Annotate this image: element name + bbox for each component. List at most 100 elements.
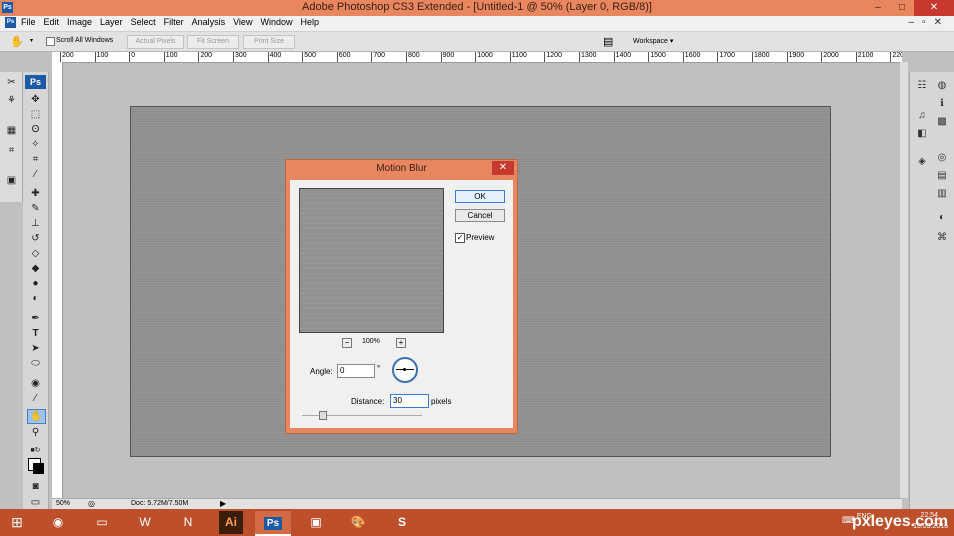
menu-item-select[interactable]: Select	[131, 17, 161, 27]
color-panel-icon[interactable]: ◍	[936, 80, 948, 92]
cancel-button[interactable]: Cancel	[455, 209, 505, 222]
ruler-tick	[163, 52, 165, 62]
navigator-panel-icon[interactable]: ☷	[916, 80, 928, 92]
histogram-panel-icon[interactable]: ♫	[916, 110, 928, 122]
taskbar-onenote-icon[interactable]: N	[170, 511, 206, 534]
taskbar-paint-icon[interactable]: 🎨	[340, 511, 376, 534]
menu-item-filter[interactable]: Filter	[164, 17, 189, 27]
history-brush-tool-icon[interactable]: ↺	[27, 232, 44, 245]
brush-preset-icon[interactable]: ⚘	[3, 94, 20, 107]
menu-item-edit[interactable]: Edit	[44, 17, 65, 27]
angle-label: Angle:	[310, 367, 333, 376]
lasso-tool-icon[interactable]: ʘ	[27, 123, 44, 136]
chevron-down-icon[interactable]: ▾	[30, 37, 33, 44]
blur-tool-icon[interactable]: ●	[27, 277, 44, 290]
quick-mask-icon[interactable]: ◙	[27, 480, 44, 493]
eyedropper-tool-icon[interactable]: ⁄	[27, 392, 44, 405]
dodge-tool-icon[interactable]: ◐	[27, 292, 44, 305]
taskbar-chrome-icon[interactable]: ◉	[40, 511, 76, 534]
path-selection-tool-icon[interactable]: ➤	[27, 342, 44, 355]
magic-wand-tool-icon[interactable]: ✧	[27, 138, 44, 151]
channels-panel-icon[interactable]: ◎	[936, 152, 948, 164]
maximize-button[interactable]: □	[890, 0, 914, 16]
actual-pixels-button[interactable]: Actual Pixels	[127, 35, 184, 49]
menu-item-analysis[interactable]: Analysis	[192, 17, 231, 27]
document-window-controls[interactable]: –▫✕	[909, 17, 951, 28]
layers-panel-icon[interactable]: ◈	[916, 156, 928, 168]
navigator-icon[interactable]: ▦	[3, 124, 20, 137]
tool-presets-panel-icon[interactable]: ⌘	[936, 232, 948, 244]
paths-panel-icon[interactable]: ▤	[936, 170, 948, 182]
ruler-tick-label: 1100	[511, 52, 527, 59]
swatches-panel-icon[interactable]: ▩	[936, 116, 948, 128]
slice-tool-icon[interactable]: ⁄	[27, 168, 44, 181]
scroll-all-windows-label: Scroll All Windows	[56, 37, 114, 44]
type-tool-icon[interactable]: T	[27, 327, 44, 340]
ruler-tick-label: 700	[373, 52, 386, 59]
histogram-icon[interactable]: ⌗	[3, 144, 20, 157]
taskbar-illustrator-icon[interactable]: Ai	[219, 511, 243, 534]
title-bar: Ps Adobe Photoshop CS3 Extended - [Untit…	[0, 0, 954, 16]
foreground-color-swatch[interactable]	[33, 463, 44, 474]
clone-stamp-tool-icon[interactable]: ⊥	[27, 217, 44, 230]
taskbar-skype-icon[interactable]: S	[384, 511, 420, 534]
ruler-tick	[129, 52, 131, 62]
taskbar-photoshop-icon[interactable]: Ps	[255, 511, 291, 536]
angle-input[interactable]: 0	[337, 364, 375, 378]
zoom-tool-icon[interactable]: ⚲	[27, 426, 44, 439]
zoom-in-button[interactable]: +	[396, 338, 406, 348]
ok-button[interactable]: OK	[455, 190, 505, 203]
brush-tool-icon[interactable]: ✎	[27, 202, 44, 215]
pen-tool-icon[interactable]: ✒	[27, 312, 44, 325]
workspace-icon[interactable]: ▤	[603, 35, 613, 48]
taskbar-office-icon[interactable]: ▣	[298, 511, 334, 534]
preview-checkbox[interactable]: ✓	[455, 233, 465, 243]
close-button[interactable]: ✕	[914, 0, 954, 16]
ruler-tick	[406, 52, 407, 62]
distance-input[interactable]: 30	[390, 394, 429, 408]
shape-tool-icon[interactable]: ⬭	[27, 357, 44, 370]
hand-tool-icon[interactable]: ✋	[10, 35, 24, 48]
eraser-tool-icon[interactable]: ◇	[27, 247, 44, 260]
print-size-button[interactable]: Print Size	[243, 35, 295, 49]
status-menu-arrow-icon[interactable]: ▶	[220, 499, 226, 508]
taskbar-word-icon[interactable]: W	[127, 511, 163, 534]
3d-tool-icon[interactable]: ◉	[27, 377, 44, 390]
menu-item-file[interactable]: File	[21, 17, 41, 27]
vertical-scrollbar[interactable]	[900, 62, 908, 498]
workspace-dropdown[interactable]: Workspace ▾	[633, 37, 673, 45]
history-panel-icon[interactable]: ◐	[936, 212, 948, 224]
zoom-out-button[interactable]: −	[342, 338, 352, 348]
start-windows-icon[interactable]: ⊞	[4, 511, 30, 534]
menu-item-image[interactable]: Image	[67, 17, 97, 27]
actions-panel-icon[interactable]: ▥	[936, 188, 948, 200]
default-colors-icon[interactable]: ■↻	[27, 444, 44, 457]
marquee-tool-icon[interactable]: ⬚	[27, 108, 44, 121]
distance-slider-thumb[interactable]	[319, 411, 327, 420]
styles-panel-icon[interactable]: ◧	[916, 128, 928, 140]
dialog-close-button[interactable]: ✕	[492, 161, 514, 175]
taskbar-explorer-icon[interactable]: ▭	[84, 511, 120, 534]
minimize-button[interactable]: –	[866, 0, 890, 16]
filter-preview[interactable]	[299, 188, 444, 333]
menu-item-help[interactable]: Help	[300, 17, 324, 27]
zoom-status[interactable]: 50%	[56, 500, 70, 507]
document-icon[interactable]: Ps	[5, 17, 16, 28]
fit-screen-button[interactable]: Fit Screen	[187, 35, 239, 49]
info-panel-icon[interactable]: ℹ	[936, 98, 948, 110]
status-icon[interactable]: ◎	[88, 499, 95, 508]
move-tool-icon[interactable]: ✥	[27, 93, 44, 106]
menu-item-view[interactable]: View	[233, 17, 257, 27]
scroll-all-windows-checkbox[interactable]	[46, 37, 55, 46]
screen-mode-icon[interactable]: ▭	[27, 496, 44, 509]
hand-tool-icon[interactable]: ✋	[27, 409, 46, 424]
layer-comps-icon[interactable]: ▣	[3, 174, 20, 187]
menu-item-layer[interactable]: Layer	[100, 17, 128, 27]
healing-brush-tool-icon[interactable]: ✚	[27, 187, 44, 200]
ruler-tick	[371, 52, 373, 62]
paint-bucket-tool-icon[interactable]: ◆	[27, 262, 44, 275]
angle-dial[interactable]	[392, 357, 418, 383]
tool-preset-icon[interactable]: ✂	[3, 76, 20, 89]
menu-item-window[interactable]: Window	[260, 17, 297, 27]
crop-tool-icon[interactable]: ⌗	[27, 153, 44, 166]
